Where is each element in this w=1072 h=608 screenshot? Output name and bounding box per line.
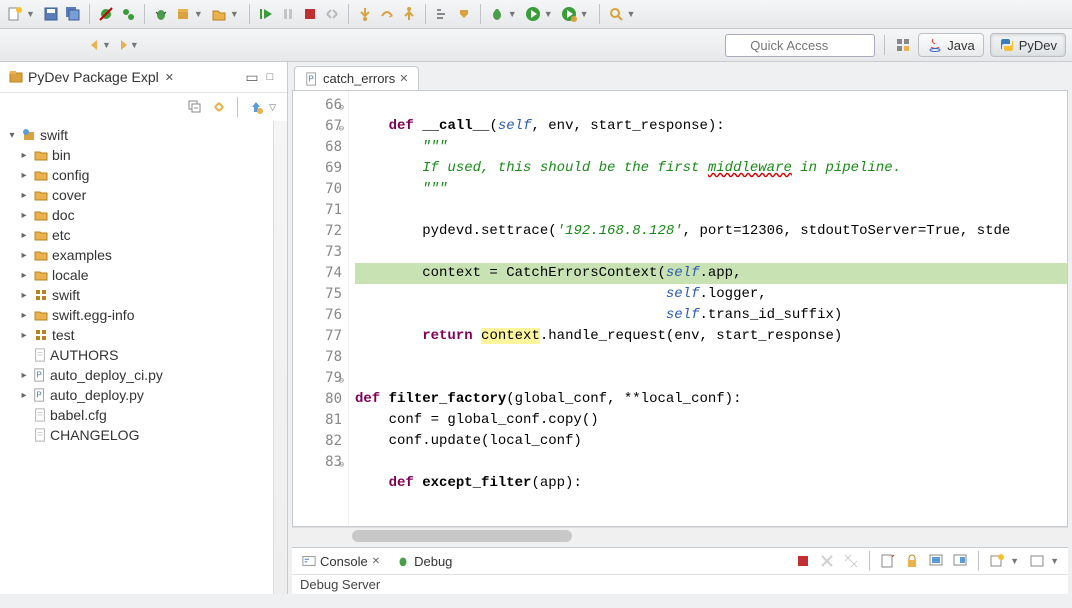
debug-icon[interactable] bbox=[488, 5, 506, 23]
quick-access[interactable] bbox=[725, 34, 875, 57]
tree-item[interactable]: CHANGELOG bbox=[2, 425, 287, 445]
tab-debug[interactable]: Debug bbox=[392, 552, 456, 571]
package-icon[interactable] bbox=[174, 5, 192, 23]
console-stop-icon[interactable] bbox=[794, 552, 812, 570]
secondary-toolbar: ▼ ▼ Java PyDev bbox=[0, 29, 1072, 62]
tree-item[interactable]: ▸swift.egg-info bbox=[2, 305, 287, 325]
line-gutter[interactable]: 66⊖ 67⊖ 68 69 70 71 72 73 74 75 76 77 78… bbox=[293, 91, 349, 526]
drop-frame-icon[interactable] bbox=[455, 5, 473, 23]
tree-item[interactable]: ▸Pauto_deploy.py bbox=[2, 385, 287, 405]
svg-text:P: P bbox=[37, 371, 42, 380]
breakpoint-skip-icon[interactable] bbox=[97, 5, 115, 23]
resume-icon[interactable] bbox=[257, 5, 275, 23]
code-editor[interactable]: 66⊖ 67⊖ 68 69 70 71 72 73 74 75 76 77 78… bbox=[292, 90, 1068, 527]
tree-item[interactable]: ▸doc bbox=[2, 205, 287, 225]
bug-icon[interactable] bbox=[152, 5, 170, 23]
perspective-pydev[interactable]: PyDev bbox=[990, 33, 1066, 57]
step-into-icon[interactable] bbox=[356, 5, 374, 23]
run-icon[interactable] bbox=[524, 5, 542, 23]
code-body[interactable]: def __call__(self, env, start_response):… bbox=[349, 91, 1067, 526]
view-title: PyDev Package Expl ✕ bbox=[8, 69, 243, 85]
dropdown-icon[interactable]: ▼ bbox=[26, 9, 35, 19]
pause-icon[interactable] bbox=[279, 5, 297, 23]
view-toolbar: ▽ bbox=[0, 93, 287, 121]
console-pin-icon[interactable] bbox=[927, 552, 945, 570]
editor-tab-catch-errors[interactable]: P catch_errors ✕ bbox=[294, 66, 419, 90]
link-editor-icon[interactable] bbox=[210, 98, 228, 116]
view-menu-icon[interactable]: ▽ bbox=[269, 102, 276, 113]
package-explorer-view: PyDev Package Expl ✕ ▭ □ ▽ ▾ swift ▸bin▸… bbox=[0, 62, 288, 594]
save-icon[interactable] bbox=[42, 5, 60, 23]
new-icon[interactable] bbox=[6, 5, 24, 23]
svg-text:P: P bbox=[37, 391, 42, 400]
perspective-java[interactable]: Java bbox=[918, 33, 983, 57]
console-remove-icon[interactable] bbox=[818, 552, 836, 570]
close-console-icon[interactable]: ✕ bbox=[372, 556, 380, 567]
console-panel: Console ✕ Debug ▼ bbox=[292, 547, 1068, 594]
maximize-icon[interactable]: □ bbox=[261, 68, 279, 86]
step-return-icon[interactable] bbox=[400, 5, 418, 23]
console-new-icon[interactable] bbox=[988, 552, 1006, 570]
tree-item[interactable]: ▸locale bbox=[2, 265, 287, 285]
console-body[interactable]: Debug Server bbox=[292, 575, 1068, 594]
quick-access-input[interactable] bbox=[725, 34, 875, 57]
filter-icon[interactable] bbox=[247, 98, 265, 116]
console-open-icon[interactable] bbox=[1028, 552, 1046, 570]
main-toolbar: ▼ ▼ ▼ ▼ ▼ ▼ ▼ bbox=[0, 0, 1072, 29]
tree-item[interactable]: ▸etc bbox=[2, 225, 287, 245]
step-over-icon[interactable] bbox=[378, 5, 396, 23]
open-perspective-icon[interactable] bbox=[894, 36, 912, 54]
close-view-icon[interactable]: ✕ bbox=[165, 71, 174, 84]
console-display-icon[interactable] bbox=[951, 552, 969, 570]
svg-text:P: P bbox=[309, 74, 314, 83]
tree-item[interactable]: babel.cfg bbox=[2, 405, 287, 425]
disconnect-icon[interactable] bbox=[323, 5, 341, 23]
step-filter-icon[interactable] bbox=[433, 5, 451, 23]
run-last-icon[interactable] bbox=[560, 5, 578, 23]
stop-icon[interactable] bbox=[301, 5, 319, 23]
manage-bp-icon[interactable] bbox=[119, 5, 137, 23]
tab-console[interactable]: Console ✕ bbox=[298, 552, 384, 571]
tree-item[interactable]: ▸Pauto_deploy_ci.py bbox=[2, 365, 287, 385]
tree-item[interactable]: ▸config bbox=[2, 165, 287, 185]
tree-scrollbar[interactable] bbox=[273, 121, 287, 594]
save-all-icon[interactable] bbox=[64, 5, 82, 23]
search-icon[interactable] bbox=[607, 5, 625, 23]
tree-item[interactable]: ▸cover bbox=[2, 185, 287, 205]
editor-tabs: P catch_errors ✕ bbox=[288, 62, 1072, 90]
editor-hscroll[interactable] bbox=[292, 527, 1068, 543]
console-scroll-lock-icon[interactable] bbox=[903, 552, 921, 570]
tree-item[interactable]: ▸swift bbox=[2, 285, 287, 305]
close-tab-icon[interactable]: ✕ bbox=[399, 72, 408, 85]
console-clear-icon[interactable] bbox=[879, 552, 897, 570]
tree-item[interactable]: AUTHORS bbox=[2, 345, 287, 365]
open-icon[interactable] bbox=[210, 5, 228, 23]
collapse-all-icon[interactable] bbox=[186, 98, 204, 116]
tree-item[interactable]: ▸examples bbox=[2, 245, 287, 265]
package-tree[interactable]: ▾ swift ▸bin▸config▸cover▸doc▸etc▸exampl… bbox=[0, 121, 287, 594]
tree-root[interactable]: ▾ swift bbox=[2, 125, 287, 145]
tree-item[interactable]: ▸test bbox=[2, 325, 287, 345]
console-removeall-icon[interactable] bbox=[842, 552, 860, 570]
tree-item[interactable]: ▸bin bbox=[2, 145, 287, 165]
minimize-icon[interactable]: ▭ bbox=[243, 68, 261, 86]
